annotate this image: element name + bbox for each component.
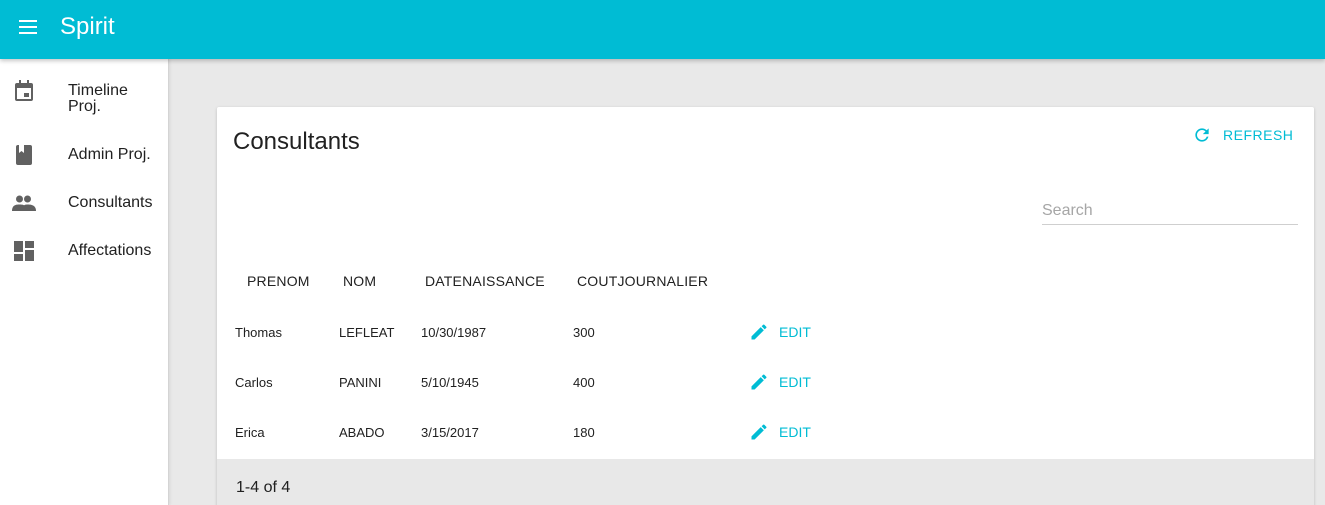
search-field [1042, 199, 1298, 225]
refresh-button[interactable]: REFRESH [1192, 123, 1293, 147]
edit-label: EDIT [779, 424, 811, 440]
pencil-icon [749, 421, 771, 443]
refresh-label: REFRESH [1223, 127, 1294, 143]
refresh-icon [1192, 124, 1214, 146]
cell-prenom: Thomas [235, 325, 282, 340]
people-icon [12, 191, 36, 215]
cell-coutjournalier: 400 [573, 375, 595, 390]
edit-button[interactable]: EDIT [749, 420, 811, 444]
sidebar-item-label: Consultants [68, 194, 153, 211]
sidebar-item-label: Admin Proj. [68, 146, 151, 163]
sidebar: Timeline Proj. Admin Proj. Consultants A… [0, 59, 169, 505]
calendar-icon [12, 79, 36, 103]
cell-nom: PANINI [339, 375, 382, 390]
table-footer: 1-4 of 4 [217, 459, 1314, 505]
cell-prenom: Erica [235, 425, 265, 440]
app-title: Spirit [60, 13, 115, 40]
dashboard-icon [12, 239, 36, 263]
edit-label: EDIT [779, 374, 811, 390]
app-bar: Spirit [0, 0, 1325, 59]
edit-button[interactable]: EDIT [749, 320, 811, 344]
table-row: Thomas LEFLEAT 10/30/1987 300 EDIT [217, 307, 1314, 357]
sidebar-item-admin[interactable]: Admin Proj. [0, 143, 169, 167]
pencil-icon [749, 321, 771, 343]
table-row: Erica ABADO 3/15/2017 180 EDIT [217, 407, 1314, 457]
cell-nom: LEFLEAT [339, 325, 395, 340]
menu-button[interactable] [10, 9, 46, 45]
consultants-card: Consultants REFRESH PRENOM NOM DATENAISS… [217, 107, 1314, 505]
pagination-text: 1-4 of 4 [236, 479, 291, 496]
sidebar-item-label: Affectations [68, 242, 152, 259]
search-input[interactable] [1042, 199, 1298, 223]
cell-datenaissance: 3/15/2017 [421, 425, 479, 440]
column-header-datenaissance[interactable]: DATENAISSANCE [425, 273, 545, 289]
cell-nom: ABADO [339, 425, 385, 440]
edit-label: EDIT [779, 324, 811, 340]
edit-button[interactable]: EDIT [749, 370, 811, 394]
cell-coutjournalier: 180 [573, 425, 595, 440]
table-row: Carlos PANINI 5/10/1945 400 EDIT [217, 357, 1314, 407]
sidebar-item-label: Timeline Proj. [68, 82, 128, 115]
cell-coutjournalier: 300 [573, 325, 595, 340]
cell-datenaissance: 5/10/1945 [421, 375, 479, 390]
sidebar-item-affectations[interactable]: Affectations [0, 239, 169, 263]
cell-prenom: Carlos [235, 375, 273, 390]
column-header-nom[interactable]: NOM [343, 273, 376, 289]
book-icon [12, 143, 36, 167]
column-header-prenom[interactable]: PRENOM [247, 273, 310, 289]
sidebar-item-timeline[interactable]: Timeline Proj. [0, 79, 169, 123]
menu-icon [19, 20, 37, 34]
cell-datenaissance: 10/30/1987 [421, 325, 487, 340]
column-header-coutjournalier[interactable]: COUTJOURNALIER [577, 273, 708, 289]
pencil-icon [749, 371, 771, 393]
sidebar-item-consultants[interactable]: Consultants [0, 191, 169, 215]
page-title: Consultants [233, 128, 360, 155]
